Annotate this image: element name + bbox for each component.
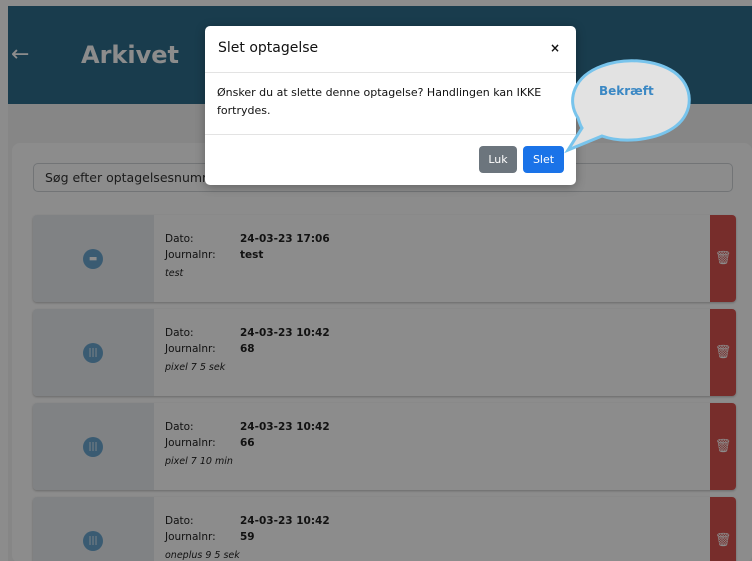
dialog-message: Ønsker du at slette denne optagelse? Han…	[217, 86, 542, 117]
confirm-delete-dialog: Slet optagelse × Ønsker du at slette den…	[205, 26, 576, 185]
dialog-divider	[205, 134, 576, 135]
callout-bubble: Bekræft	[544, 48, 704, 188]
cancel-button[interactable]: Luk	[479, 146, 517, 173]
speech-bubble-icon	[564, 59, 691, 154]
callout-text: Bekræft	[599, 84, 654, 98]
dialog-title: Slet optagelse	[218, 40, 319, 56]
dialog-divider	[205, 72, 576, 73]
